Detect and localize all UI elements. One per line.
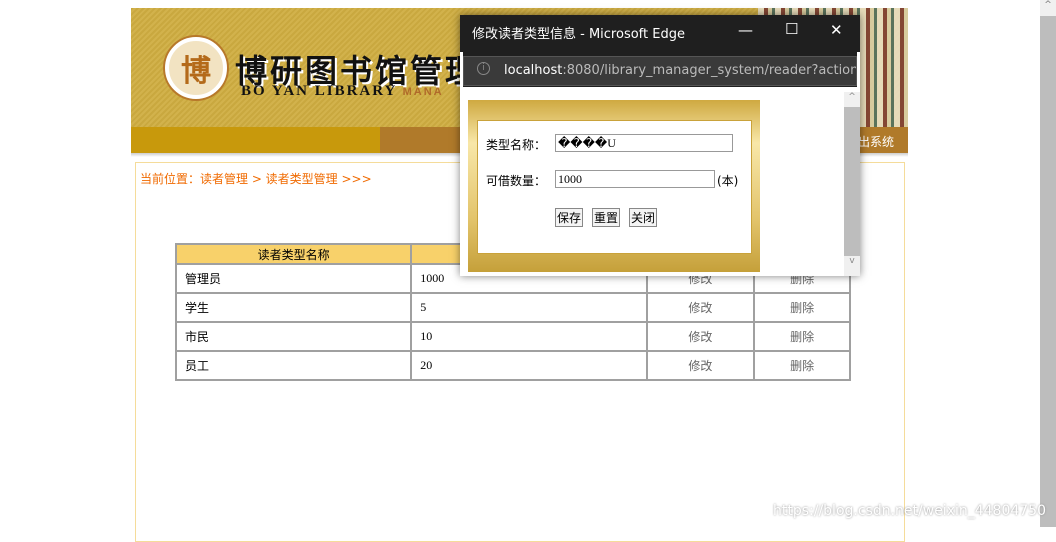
nav-left bbox=[131, 127, 380, 153]
cell-count: 20 bbox=[410, 350, 648, 381]
popup-title: 修改读者类型信息 - Microsoft Edge bbox=[472, 27, 685, 42]
reset-button[interactable]: 重置 bbox=[592, 208, 621, 227]
breadcrumb: 当前位置：读者管理 > 读者类型管理 >>> bbox=[140, 172, 372, 186]
cell-type-name: 员工 bbox=[174, 350, 413, 381]
cell-type-name: 学生 bbox=[174, 292, 413, 323]
scroll-down-icon[interactable]: v bbox=[844, 256, 860, 276]
title-en-main: BO YAN LIBRARY bbox=[241, 83, 397, 99]
popup-window: 修改读者类型信息 - Microsoft Edge — ☐ ✕ localhos… bbox=[460, 15, 860, 276]
cell-count: 5 bbox=[410, 292, 648, 323]
type-name-label: 类型名称： bbox=[486, 138, 547, 152]
cell-count: 10 bbox=[410, 321, 648, 352]
col-header: 读者类型名称 bbox=[174, 243, 413, 265]
table-row: 学生 5 修改 删除 bbox=[174, 292, 851, 323]
edit-link[interactable]: 修改 bbox=[645, 292, 756, 323]
page-scrollbar[interactable]: ^ bbox=[1040, 0, 1056, 527]
site-title-en: BO YAN LIBRARY MANA bbox=[241, 83, 444, 100]
scroll-up-icon[interactable]: ^ bbox=[844, 92, 860, 107]
save-button[interactable]: 保存 bbox=[555, 208, 584, 227]
cell-type-name: 市民 bbox=[174, 321, 413, 352]
edit-link[interactable]: 修改 bbox=[645, 321, 756, 352]
close-button[interactable]: 关闭 bbox=[629, 208, 658, 227]
watermark: https://blog.csdn.net/weixin_44804750 bbox=[772, 503, 1046, 519]
delete-link[interactable]: 删除 bbox=[753, 321, 851, 352]
popup-title-bar: 修改读者类型信息 - Microsoft Edge — ☐ ✕ bbox=[460, 15, 860, 52]
url-field[interactable]: localhost:8080/library_manager_system/re… bbox=[463, 56, 857, 86]
cell-type-name: 管理员 bbox=[174, 263, 413, 294]
popup-scrollbar[interactable]: ^ v bbox=[844, 92, 860, 276]
type-name-input[interactable] bbox=[555, 134, 733, 152]
delete-link[interactable]: 删除 bbox=[753, 350, 851, 381]
address-bar: localhost:8080/library_manager_system/re… bbox=[463, 52, 857, 87]
count-label: 可借数量： bbox=[486, 174, 547, 188]
unit-label: (本) bbox=[717, 174, 739, 188]
url-path: :8080/library_manager_system/reader?acti… bbox=[562, 63, 857, 78]
scroll-up-icon[interactable]: ^ bbox=[1040, 0, 1056, 16]
edit-link[interactable]: 修改 bbox=[645, 350, 756, 381]
maximize-icon[interactable]: ☐ bbox=[785, 20, 798, 38]
count-input[interactable] bbox=[555, 170, 715, 188]
edit-form: 类型名称： 可借数量： (本) 保存 重置 关闭 bbox=[477, 120, 752, 254]
close-icon[interactable]: ✕ bbox=[830, 21, 843, 39]
library-logo: 博 bbox=[165, 37, 227, 99]
minimize-icon[interactable]: — bbox=[738, 21, 753, 39]
table-row: 员工 20 修改 删除 bbox=[174, 350, 851, 381]
form-frame: 类型名称： 可借数量： (本) 保存 重置 关闭 bbox=[468, 100, 760, 272]
url-host: localhost bbox=[504, 63, 563, 78]
delete-link[interactable]: 删除 bbox=[753, 292, 851, 323]
table-row: 市民 10 修改 删除 bbox=[174, 321, 851, 352]
info-icon[interactable]: i bbox=[477, 62, 490, 75]
title-en-suffix: MANA bbox=[402, 86, 444, 98]
